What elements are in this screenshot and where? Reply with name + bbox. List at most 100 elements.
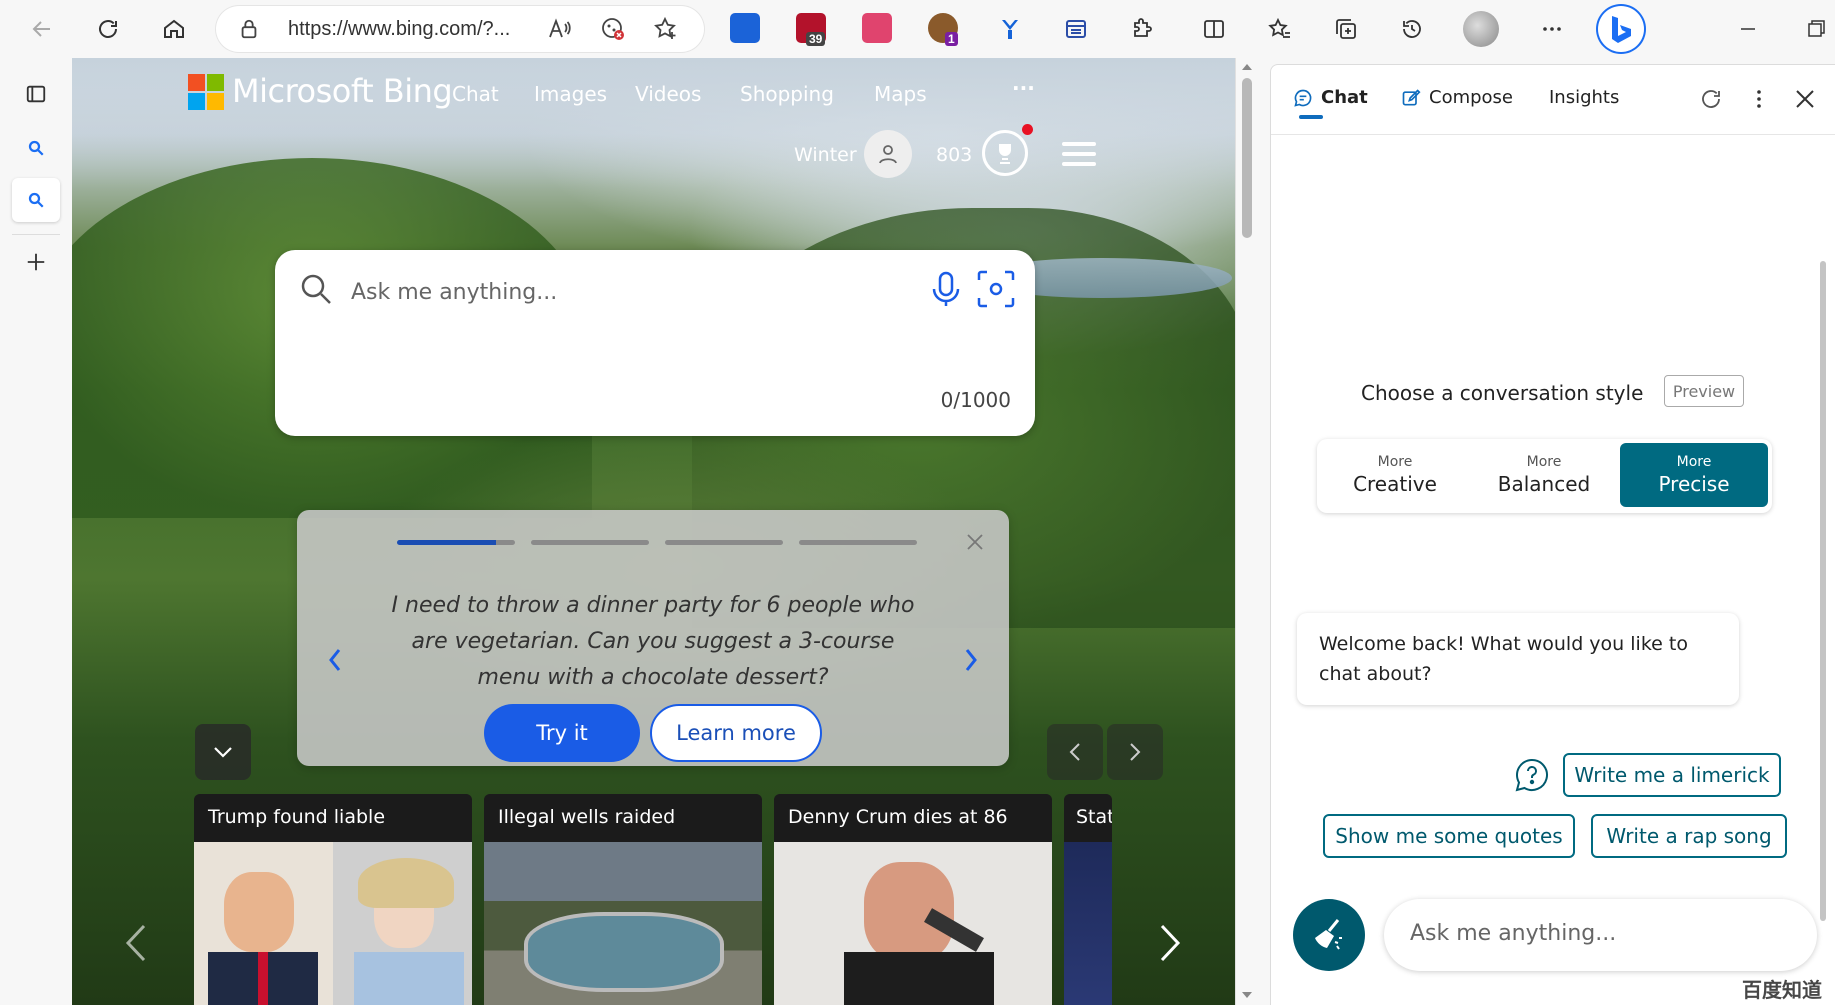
progress-segment[interactable]: [397, 540, 515, 545]
notification-dot: [1022, 124, 1033, 135]
chat-promo-card: I need to throw a dinner party for 6 peo…: [297, 510, 1009, 766]
promo-prompt-text: I need to throw a dinner party for 6 peo…: [391, 593, 915, 690]
user-avatar[interactable]: [864, 130, 912, 178]
reader-extension-icon[interactable]: [1056, 9, 1096, 49]
favorites-icon[interactable]: [1260, 9, 1300, 49]
refresh-icon[interactable]: [88, 9, 128, 49]
plus-icon: [27, 253, 45, 271]
sidebar-scrollbar[interactable]: [1820, 261, 1826, 921]
news-card[interactable]: Denny Crum dies at 86: [774, 794, 1052, 1005]
scroll-down-icon[interactable]: [1241, 990, 1253, 1000]
tab-chat[interactable]: Chat: [1293, 87, 1368, 108]
nav-more[interactable]: ···: [1012, 76, 1035, 100]
bitwarden-extension-icon[interactable]: [730, 13, 760, 43]
nav-images[interactable]: Images: [534, 82, 607, 106]
more-options-icon[interactable]: [1532, 9, 1572, 49]
news-image: [484, 842, 762, 1005]
progress-segment[interactable]: [531, 540, 649, 545]
try-it-button[interactable]: Try it: [484, 704, 640, 762]
split-screen-icon[interactable]: [1194, 9, 1234, 49]
fork-extension-icon[interactable]: [990, 9, 1030, 49]
close-icon[interactable]: [1791, 85, 1819, 113]
chevron-left-icon[interactable]: [323, 642, 347, 678]
visual-search-icon[interactable]: [975, 268, 1017, 310]
suggestion-rap-song-button[interactable]: Write a rap song: [1591, 814, 1787, 858]
chevron-left-icon[interactable]: [122, 920, 152, 966]
restore-icon[interactable]: [1796, 9, 1835, 49]
more-options-icon[interactable]: [1745, 85, 1773, 113]
page-scrollbar[interactable]: [1235, 58, 1257, 1005]
extensions-icon[interactable]: [1122, 9, 1162, 49]
carousel-prev-button[interactable]: [1047, 724, 1103, 780]
home-icon[interactable]: [154, 9, 194, 49]
news-card[interactable]: Illegal wells raided: [484, 794, 762, 1005]
chevron-right-icon[interactable]: [1154, 920, 1184, 966]
address-bar[interactable]: https://www.bing.com/?...: [216, 6, 704, 52]
bing-chat-sidebar: Chat Compose Insights Choose a conversat…: [1270, 64, 1835, 1005]
progress-segment[interactable]: [799, 540, 917, 545]
rewards-trophy-icon[interactable]: [982, 130, 1028, 176]
microsoft-logo-icon[interactable]: [188, 74, 224, 110]
new-tab-button[interactable]: [12, 240, 60, 284]
style-prefix: More: [1526, 454, 1562, 470]
tab-label: Insights: [1549, 87, 1620, 108]
scrollbar-thumb[interactable]: [1242, 78, 1252, 238]
tab-actions-icon[interactable]: [12, 72, 60, 116]
welcome-message: Welcome back! What would you like to cha…: [1297, 613, 1739, 705]
nav-maps[interactable]: Maps: [874, 82, 927, 106]
tab-compose[interactable]: Compose: [1401, 87, 1513, 108]
tab-bing-search[interactable]: [12, 126, 60, 170]
user-name[interactable]: Winter: [794, 144, 857, 166]
news-card[interactable]: Trump found liable: [194, 794, 472, 1005]
back-icon[interactable]: [22, 9, 62, 49]
chat-input[interactable]: Ask me anything...: [1384, 899, 1817, 971]
news-card[interactable]: Stat: [1064, 794, 1112, 1005]
divider: [12, 234, 60, 235]
chevron-left-icon: [1069, 743, 1080, 761]
bing-brand[interactable]: Microsoft Bing: [232, 72, 453, 110]
refresh-icon[interactable]: [1697, 85, 1725, 113]
profile-avatar[interactable]: [1463, 11, 1499, 47]
chevron-right-icon[interactable]: [959, 642, 983, 678]
nav-chat[interactable]: Chat: [452, 82, 499, 106]
hamburger-menu-icon[interactable]: [1062, 142, 1096, 166]
style-prefix: More: [1676, 454, 1712, 470]
scroll-up-icon[interactable]: [1241, 62, 1253, 72]
tab-bing-search-active[interactable]: [12, 178, 60, 222]
style-balanced-button[interactable]: More Balanced: [1470, 443, 1618, 507]
search-box[interactable]: Ask me anything... 0/1000: [275, 250, 1035, 436]
suggestion-limerick-button[interactable]: Write me a limerick: [1563, 753, 1781, 797]
tab-insights[interactable]: Insights: [1549, 87, 1619, 108]
history-icon[interactable]: [1392, 9, 1432, 49]
rewards-points[interactable]: 803: [936, 144, 972, 166]
new-topic-button[interactable]: [1293, 899, 1365, 971]
add-favorite-icon[interactable]: [653, 16, 679, 42]
tab-label: Compose: [1429, 87, 1514, 108]
news-headline: Denny Crum dies at 86: [774, 794, 1052, 842]
help-icon[interactable]: [1514, 757, 1550, 793]
progress-segment[interactable]: [665, 540, 783, 545]
carousel-next-button[interactable]: [1107, 724, 1163, 780]
character-counter: 0/1000: [940, 388, 1011, 412]
collapse-feed-button[interactable]: [195, 724, 251, 780]
collections-icon[interactable]: [1326, 9, 1366, 49]
bing-header: Microsoft Bing Chat Images Videos Shoppi…: [72, 58, 1235, 178]
learn-more-button[interactable]: Learn more: [650, 704, 822, 762]
tracking-prevention-icon[interactable]: [600, 16, 626, 42]
bing-copilot-button[interactable]: [1598, 6, 1644, 52]
news-headline: Illegal wells raided: [484, 794, 762, 842]
close-icon[interactable]: [965, 532, 985, 552]
style-creative-button[interactable]: More Creative: [1321, 443, 1469, 507]
broom-icon: [1315, 919, 1342, 950]
nav-videos[interactable]: Videos: [635, 82, 701, 106]
suggestion-quotes-button[interactable]: Show me some quotes: [1323, 814, 1575, 858]
style-precise-button[interactable]: More Precise: [1620, 443, 1768, 507]
minimize-icon[interactable]: [1728, 9, 1768, 49]
translate-extension-icon[interactable]: [862, 13, 892, 43]
lock-icon: [241, 19, 257, 39]
microphone-icon[interactable]: [929, 270, 963, 308]
read-aloud-icon[interactable]: [546, 16, 572, 42]
conversation-style-label: Choose a conversation style: [1361, 381, 1644, 405]
style-name: Precise: [1658, 472, 1730, 496]
nav-shopping[interactable]: Shopping: [740, 82, 834, 106]
